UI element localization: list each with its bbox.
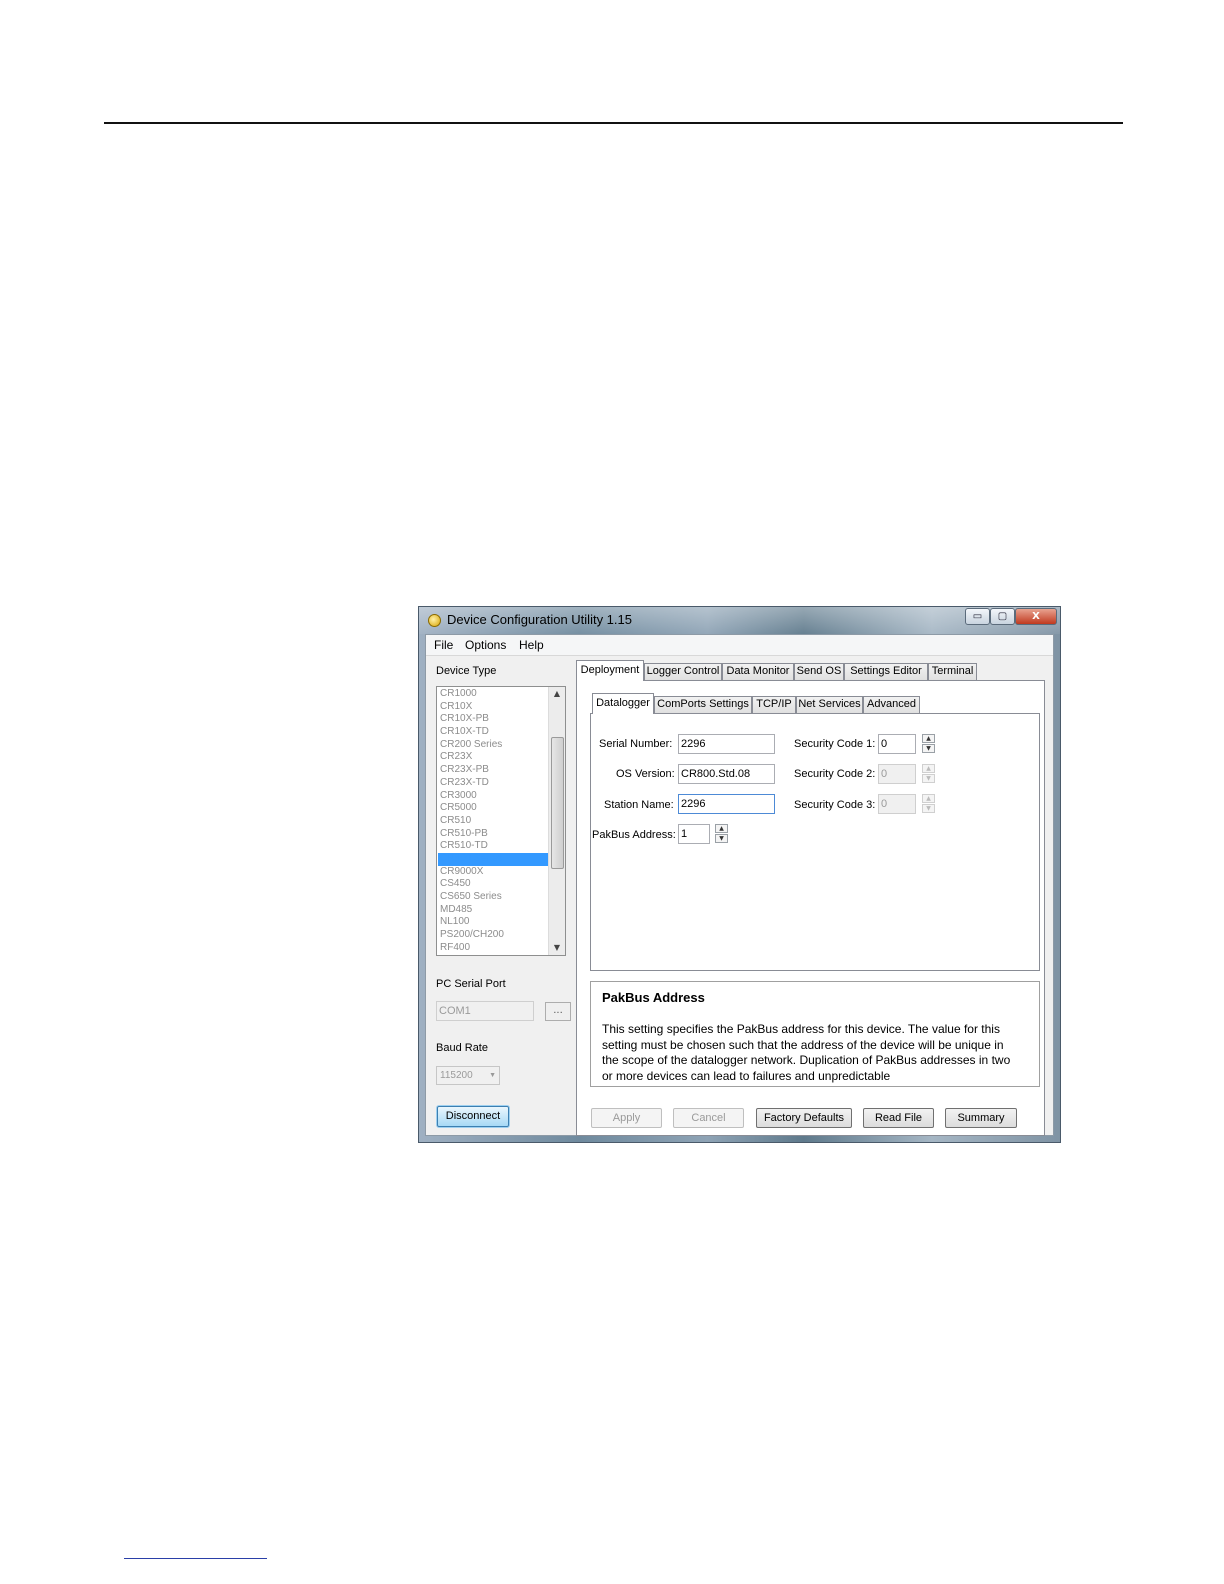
apply-button[interactable]: Apply bbox=[591, 1108, 662, 1128]
security-code-1-field[interactable]: 0 bbox=[878, 734, 916, 754]
tab-tcp-ip[interactable]: TCP/IP bbox=[752, 696, 796, 713]
title-bar[interactable]: Device Configuration Utility 1.15 ▭ ▢ X bbox=[419, 607, 1060, 634]
read-file-button[interactable]: Read File bbox=[863, 1108, 934, 1128]
list-item[interactable]: MD485 bbox=[438, 904, 549, 917]
pakbus-address-stepper[interactable]: ▲ ▼ bbox=[715, 824, 728, 844]
app-icon bbox=[428, 614, 441, 627]
chevron-down-icon[interactable]: ▼ bbox=[922, 804, 935, 813]
device-list-scrollbar[interactable]: ▲ ▼ bbox=[548, 687, 565, 955]
client-area: File Options Help Device Type CR1000 CR10… bbox=[425, 634, 1054, 1136]
list-item[interactable]: CR800 Series bbox=[438, 852, 549, 866]
security-code-2-label: Security Code 2: bbox=[794, 768, 876, 780]
tab-logger-control[interactable]: Logger Control bbox=[644, 663, 722, 680]
sub-tab-panel bbox=[590, 713, 1040, 971]
list-item[interactable]: CR510-PB bbox=[438, 828, 549, 841]
scroll-up-icon[interactable]: ▲ bbox=[549, 687, 565, 701]
factory-defaults-button[interactable]: Factory Defaults bbox=[756, 1108, 852, 1128]
tab-data-monitor[interactable]: Data Monitor bbox=[722, 663, 794, 680]
list-item[interactable]: CS650 Series bbox=[438, 891, 549, 904]
device-list-items: CR1000 CR10X CR10X-PB CR10X-TD CR200 Series C… bbox=[438, 688, 549, 954]
security-code-1-stepper[interactable]: ▲ ▼ bbox=[922, 734, 935, 754]
list-item[interactable]: PS200/CH200 bbox=[438, 929, 549, 942]
station-name-label: Station Name: bbox=[604, 799, 674, 811]
serial-number-label: Serial Number: bbox=[599, 738, 673, 750]
list-item[interactable]: CR510 bbox=[438, 815, 549, 828]
tab-settings-editor[interactable]: Settings Editor bbox=[844, 663, 928, 680]
menu-file[interactable]: File bbox=[434, 638, 453, 652]
serial-number-field[interactable]: 2296 bbox=[678, 734, 775, 754]
list-item[interactable]: CS450 bbox=[438, 878, 549, 891]
station-name-field[interactable]: 2296 bbox=[678, 794, 775, 814]
list-item[interactable]: CR23X bbox=[438, 751, 549, 764]
chevron-up-icon[interactable]: ▲ bbox=[922, 764, 935, 773]
tab-advanced[interactable]: Advanced bbox=[863, 696, 920, 713]
security-code-2-field[interactable]: 0 bbox=[878, 764, 916, 784]
menu-bar: File Options Help bbox=[426, 635, 1053, 656]
chevron-up-icon[interactable]: ▲ bbox=[922, 734, 935, 743]
device-type-label: Device Type bbox=[436, 665, 497, 677]
minimize-button[interactable]: ▭ bbox=[965, 608, 990, 625]
security-code-2-stepper[interactable]: ▲ ▼ bbox=[922, 764, 935, 784]
list-item[interactable]: CR510-TD bbox=[438, 840, 549, 853]
disconnect-button[interactable]: Disconnect bbox=[437, 1106, 509, 1127]
list-item[interactable]: CR5000 bbox=[438, 802, 549, 815]
list-item[interactable]: CR200 Series bbox=[438, 739, 549, 752]
chevron-down-icon: ▼ bbox=[489, 1072, 496, 1079]
tab-send-os[interactable]: Send OS bbox=[794, 663, 844, 680]
security-code-1-label: Security Code 1: bbox=[794, 738, 876, 750]
chevron-down-icon[interactable]: ▼ bbox=[922, 774, 935, 783]
window-title: Device Configuration Utility 1.15 bbox=[447, 612, 632, 627]
pc-serial-port-label: PC Serial Port bbox=[436, 978, 506, 990]
chevron-down-icon[interactable]: ▼ bbox=[715, 834, 728, 843]
list-item[interactable]: CR1000 bbox=[438, 688, 549, 701]
tab-terminal[interactable]: Terminal bbox=[928, 663, 977, 680]
list-item[interactable]: CR23X-PB bbox=[438, 764, 549, 777]
menu-help[interactable]: Help bbox=[519, 638, 544, 652]
description-body: This setting specifies the PakBus addres… bbox=[602, 1022, 1011, 1083]
pc-serial-port-field[interactable]: COM1 bbox=[436, 1001, 534, 1021]
close-button[interactable]: X bbox=[1015, 608, 1057, 625]
list-item[interactable]: CR3000 bbox=[438, 790, 549, 803]
security-code-3-stepper[interactable]: ▲ ▼ bbox=[922, 794, 935, 814]
description-title: PakBus Address bbox=[602, 990, 705, 1005]
baud-rate-value: 115200 bbox=[440, 1070, 473, 1081]
page-header-rule bbox=[104, 122, 1123, 124]
os-version-label: OS Version: bbox=[616, 768, 675, 780]
list-item[interactable]: CR10X-TD bbox=[438, 726, 549, 739]
scroll-down-icon[interactable]: ▼ bbox=[549, 941, 565, 955]
list-item[interactable]: NL100 bbox=[438, 916, 549, 929]
pakbus-address-label: PakBus Address: bbox=[592, 829, 676, 841]
summary-button[interactable]: Summary bbox=[945, 1108, 1017, 1128]
os-version-field[interactable]: CR800.Std.08 bbox=[678, 764, 775, 784]
list-item[interactable]: CR9000X bbox=[438, 866, 549, 879]
chevron-up-icon[interactable]: ▲ bbox=[715, 824, 728, 833]
list-item[interactable]: CR23X-TD bbox=[438, 777, 549, 790]
pakbus-address-field[interactable]: 1 bbox=[678, 824, 710, 844]
baud-rate-select[interactable]: 115200 ▼ bbox=[436, 1066, 500, 1085]
baud-rate-label: Baud Rate bbox=[436, 1042, 488, 1054]
tab-deployment[interactable]: Deployment bbox=[576, 660, 644, 681]
cancel-button[interactable]: Cancel bbox=[673, 1108, 744, 1128]
security-code-3-field[interactable]: 0 bbox=[878, 794, 916, 814]
browse-serial-port-button[interactable]: ... bbox=[545, 1002, 571, 1021]
tab-net-services[interactable]: Net Services bbox=[796, 696, 863, 713]
maximize-button[interactable]: ▢ bbox=[990, 608, 1015, 625]
menu-options[interactable]: Options bbox=[465, 638, 506, 652]
security-code-3-label: Security Code 3: bbox=[794, 799, 876, 811]
footnote-rule bbox=[124, 1558, 267, 1559]
device-type-list[interactable]: CR1000 CR10X CR10X-PB CR10X-TD CR200 Series C… bbox=[436, 686, 566, 956]
list-item[interactable]: CR10X-PB bbox=[438, 713, 549, 726]
scroll-thumb[interactable] bbox=[551, 737, 564, 869]
setting-description-panel: PakBus Address This setting specifies th… bbox=[590, 981, 1040, 1087]
tab-datalogger[interactable]: Datalogger bbox=[592, 693, 654, 714]
tab-comports-settings[interactable]: ComPorts Settings bbox=[654, 696, 752, 713]
chevron-down-icon[interactable]: ▼ bbox=[922, 744, 935, 753]
chevron-up-icon[interactable]: ▲ bbox=[922, 794, 935, 803]
application-window: Device Configuration Utility 1.15 ▭ ▢ X … bbox=[418, 606, 1061, 1143]
list-item[interactable]: RF400 bbox=[438, 942, 549, 955]
list-item[interactable]: CR10X bbox=[438, 701, 549, 714]
